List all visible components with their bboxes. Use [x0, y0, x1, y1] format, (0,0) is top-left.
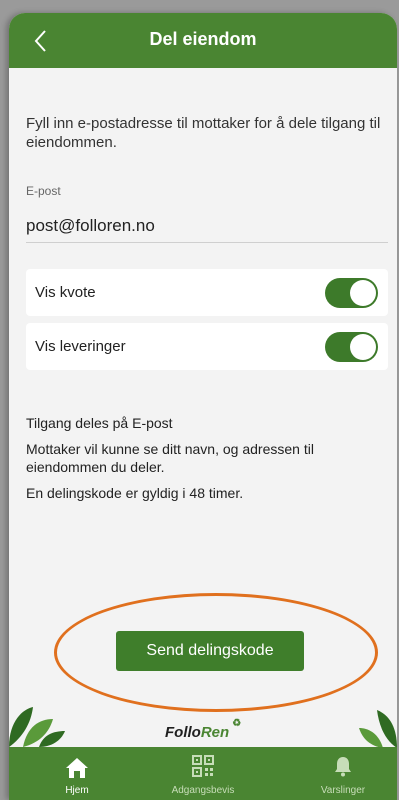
tab-varslinger[interactable]: Varslinger — [293, 747, 393, 800]
folloren-logo: FolloRen ♻ — [165, 718, 241, 741]
toggle-label-vis-leveringer: Vis leveringer — [35, 338, 126, 355]
intro-text: Fyll inn e-postadresse til mottaker for … — [26, 115, 381, 151]
logo-text-ren: Ren — [200, 724, 230, 741]
tab-adgangsbevis[interactable]: Adgangsbevis — [153, 747, 253, 800]
tab-label-adgangsbevis: Adgangsbevis — [171, 785, 235, 796]
bell-icon — [335, 757, 351, 777]
toggle-row-vis-kvote: Vis kvote — [26, 269, 388, 316]
toggle-label-vis-kvote: Vis kvote — [35, 284, 96, 301]
toggle-row-vis-leveringer: Vis leveringer — [26, 323, 388, 370]
info-line-2: Mottaker vil kunne se ditt navn, og adre… — [26, 441, 314, 475]
recycle-icon: ♻ — [232, 718, 242, 729]
tab-label-hjem: Hjem — [65, 785, 89, 796]
email-underline — [26, 242, 388, 243]
app-header: Del eiendom — [9, 13, 397, 68]
logo-text-follo: Follo — [165, 724, 201, 741]
vis-leveringer-switch[interactable] — [325, 332, 378, 362]
send-code-button[interactable]: Send delingskode — [116, 631, 304, 671]
email-field[interactable]: post@folloren.no — [26, 216, 155, 236]
switch-knob — [350, 334, 376, 360]
page-title: Del eiendom — [149, 29, 257, 49]
qr-code-icon — [192, 755, 214, 777]
tab-label-varslinger: Varslinger — [320, 785, 366, 796]
switch-knob — [350, 280, 376, 306]
bottom-tab-bar: Hjem Adgangsbevis Varslinger — [9, 747, 397, 800]
info-line-3: En delingskode er gyldig i 48 timer. — [26, 485, 244, 501]
phone-screen: Del eiendom Fyll inn e-postadresse til m… — [9, 13, 397, 800]
leaves-decoration-left — [9, 707, 65, 747]
info-block: Tilgang deles på E-post Mottaker vil kun… — [26, 414, 386, 510]
home-icon — [66, 758, 88, 778]
tab-hjem[interactable]: Hjem — [27, 747, 127, 800]
email-label: E-post — [26, 184, 61, 198]
info-line-1: Tilgang deles på E-post — [26, 415, 173, 431]
leaves-decoration-right — [359, 710, 397, 748]
vis-kvote-switch[interactable] — [325, 278, 378, 308]
